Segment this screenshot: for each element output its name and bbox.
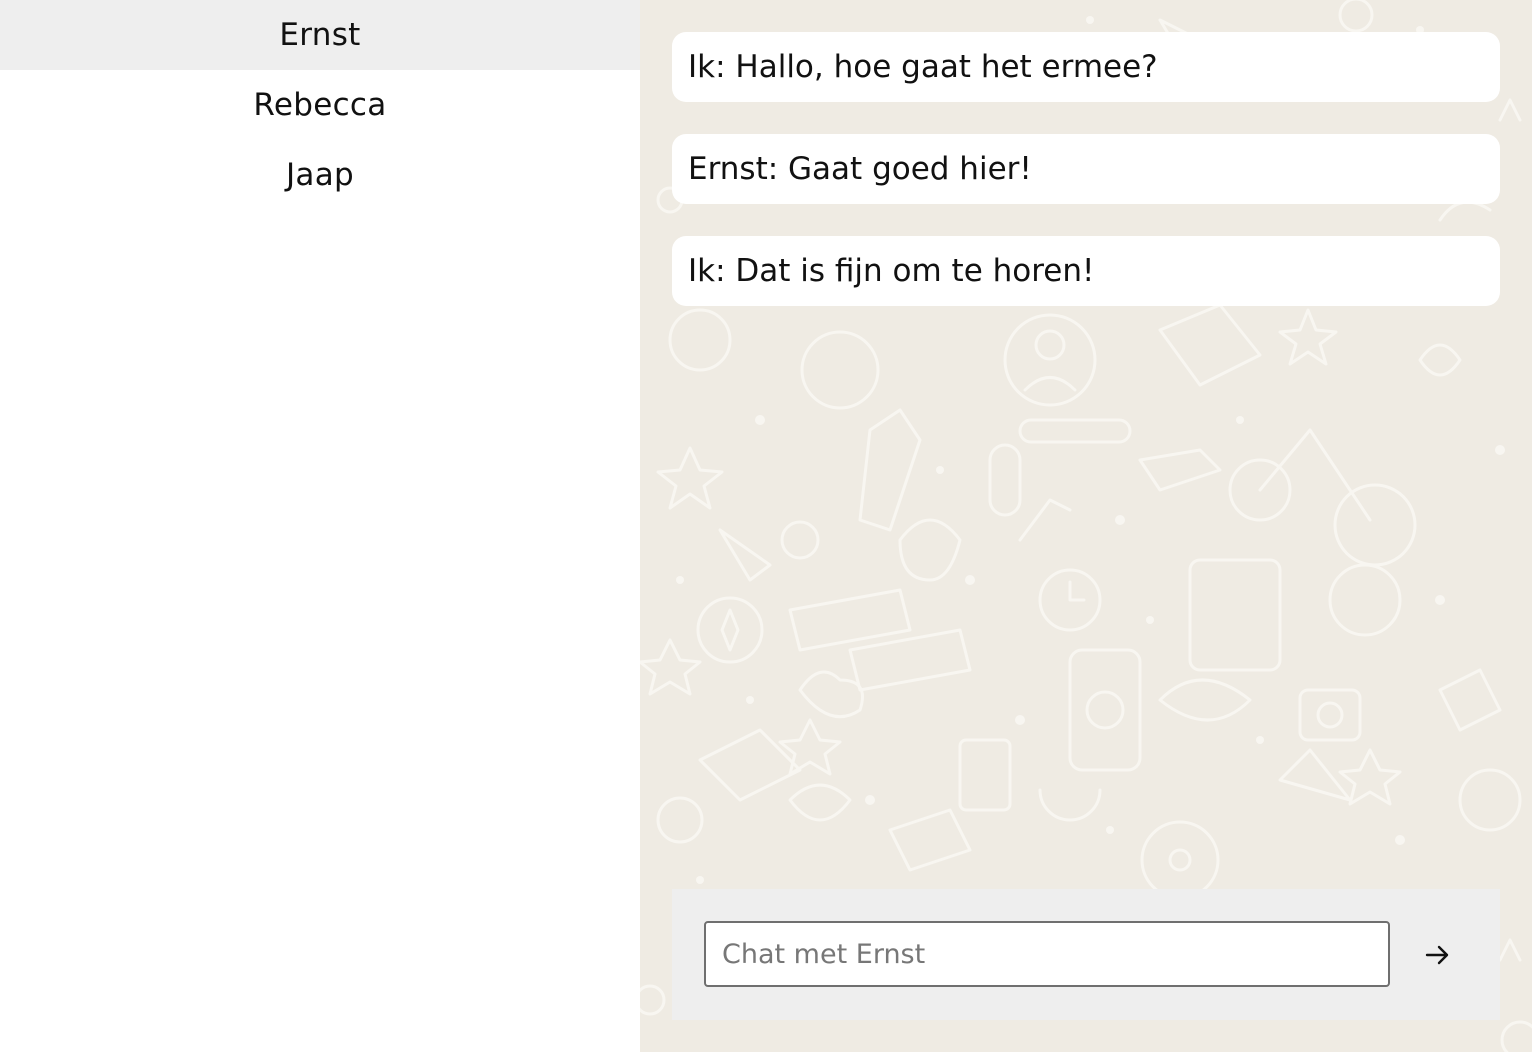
send-button[interactable]	[1410, 927, 1466, 983]
contact-item-rebecca[interactable]: Rebecca	[0, 70, 640, 140]
chat-panel: Ik: Hallo, hoe gaat het ermee? Ernst: Ga…	[640, 0, 1532, 1052]
contact-list: Ernst Rebecca Jaap	[0, 0, 640, 1052]
message-bubble: Ik: Hallo, hoe gaat het ermee?	[672, 32, 1500, 102]
chat-app: Ernst Rebecca Jaap Ik: Hallo, hoe gaat h…	[0, 0, 1532, 1052]
chat-input[interactable]	[704, 921, 1390, 987]
arrow-right-icon	[1425, 945, 1449, 965]
message-composer	[672, 889, 1500, 1020]
contact-item-ernst[interactable]: Ernst	[0, 0, 640, 70]
contact-item-jaap[interactable]: Jaap	[0, 140, 640, 210]
message-bubble: Ernst: Gaat goed hier!	[672, 134, 1500, 204]
message-bubble: Ik: Dat is fijn om te horen!	[672, 236, 1500, 306]
message-list: Ik: Hallo, hoe gaat het ermee? Ernst: Ga…	[672, 32, 1500, 338]
